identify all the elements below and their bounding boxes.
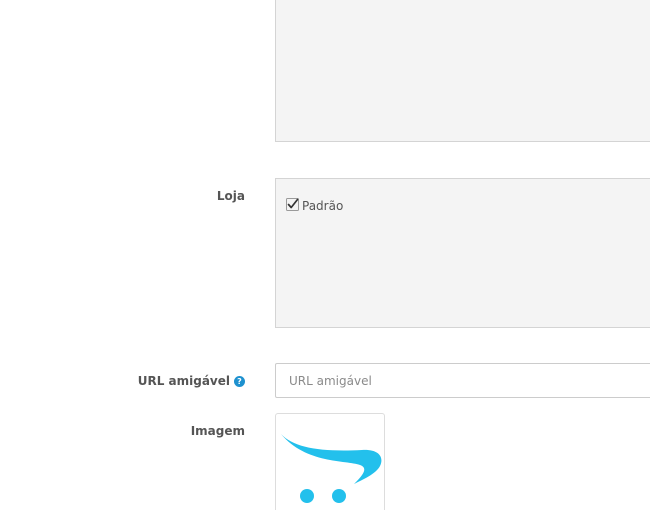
product-image-thumbnail[interactable] bbox=[275, 413, 385, 510]
description-textarea[interactable] bbox=[275, 0, 650, 142]
store-default-checkbox[interactable] bbox=[286, 197, 299, 211]
seo-url-label-group: URL amigável ? bbox=[138, 374, 245, 388]
seo-url-input[interactable] bbox=[275, 363, 650, 398]
checkmark-icon bbox=[286, 197, 299, 211]
store-label: Loja bbox=[216, 189, 245, 203]
store-default-label: Padrão bbox=[302, 199, 344, 213]
question-circle-icon[interactable]: ? bbox=[234, 375, 245, 387]
store-checkbox-list[interactable]: Padrão bbox=[275, 178, 650, 328]
opencart-cart-logo-icon bbox=[281, 434, 382, 503]
seo-url-label: URL amigável bbox=[137, 374, 230, 388]
image-label: Imagem bbox=[190, 424, 245, 438]
store-option-default[interactable]: Padrão bbox=[286, 197, 344, 213]
product-form-page: Loja Padrão URL amigável ? Imagem bbox=[0, 0, 650, 510]
